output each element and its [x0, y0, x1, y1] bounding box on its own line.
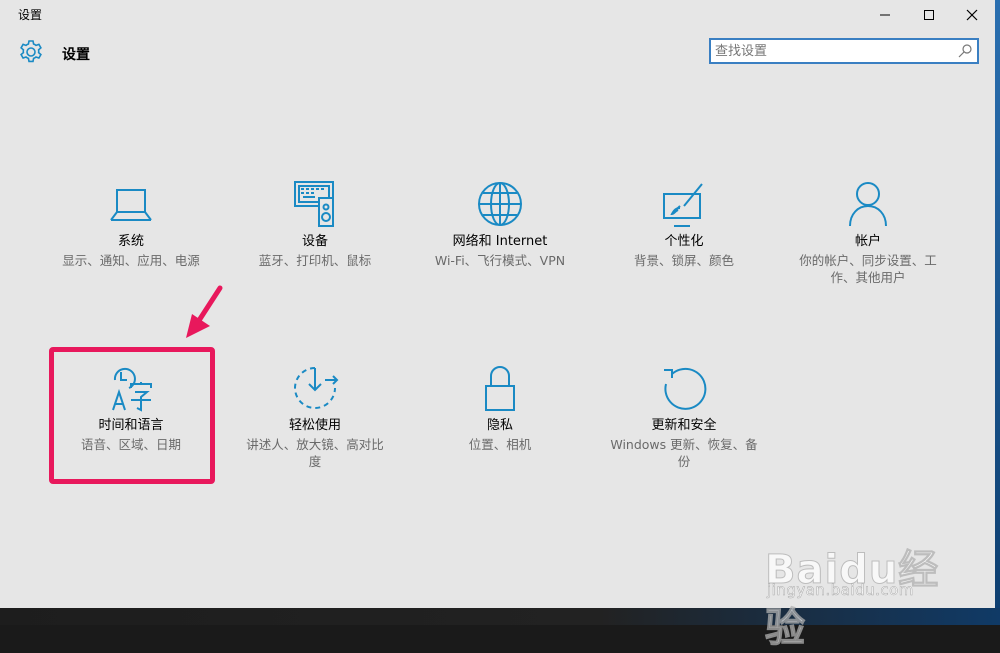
tile-devices[interactable]: 设备 蓝牙、打印机、鼠标 [227, 180, 403, 310]
person-icon [849, 182, 887, 227]
page-title: 设置 [62, 47, 90, 63]
close-button[interactable] [949, 0, 995, 30]
lock-icon [485, 366, 515, 411]
tile-name: 隐私 [486, 418, 513, 433]
watermark-url: jingyan.baidu.com [767, 581, 914, 600]
tile-network[interactable]: 网络和 Internet Wi-Fi、飞行模式、VPN [412, 180, 588, 310]
tile-name: 设备 [301, 234, 328, 249]
search-icon[interactable] [957, 43, 973, 59]
globe-icon [478, 182, 522, 226]
tile-desc: 显示、通知、应用、电源 [62, 253, 200, 268]
title-bar: 设置 [0, 0, 995, 30]
tile-desc: Wi-Fi、飞行模式、VPN [434, 253, 566, 268]
tile-desc: 讲述人、放大镜、高对比度 [246, 437, 384, 469]
tile-name: 个性化 [664, 234, 704, 249]
minimize-button[interactable] [862, 0, 908, 30]
tile-privacy[interactable]: 隐私 位置、相机 [412, 364, 588, 494]
tile-name: 帐户 [854, 234, 881, 249]
tile-desc: 蓝牙、打印机、鼠标 [258, 253, 372, 268]
devices-icon [294, 181, 334, 227]
minimize-icon [880, 14, 890, 16]
maximize-icon [924, 10, 934, 20]
tile-update-security[interactable]: 更新和安全 Windows 更新、恢复、备份 [596, 364, 772, 494]
tile-desc: 背景、锁屏、颜色 [633, 253, 734, 268]
personalization-icon [663, 183, 703, 227]
refresh-icon [664, 367, 707, 410]
watermark: Baidu经验 jingyan.baidu.com [765, 515, 955, 652]
tile-ease-of-access[interactable]: 轻松使用 讲述人、放大镜、高对比度 [227, 364, 403, 494]
tile-name: 更新和安全 [651, 418, 717, 433]
ease-of-access-icon [294, 367, 339, 409]
gear-icon [20, 40, 42, 63]
tile-name: 系统 [117, 234, 144, 249]
laptop-icon [110, 189, 152, 221]
arrow-icon [186, 285, 223, 338]
tile-name: 轻松使用 [288, 418, 341, 433]
desktop-background [995, 0, 1000, 625]
tile-name: 网络和 Internet [452, 234, 548, 249]
close-icon [966, 9, 978, 21]
tile-desc: Windows 更新、恢复、备份 [610, 437, 758, 469]
tile-desc: 你的帐户、同步设置、工作、其他用户 [799, 253, 937, 285]
maximize-button[interactable] [906, 0, 952, 30]
tile-accounts[interactable]: 帐户 你的帐户、同步设置、工作、其他用户 [780, 180, 956, 310]
window-title: 设置 [18, 8, 43, 22]
search-box[interactable] [709, 38, 979, 64]
highlight-box [49, 347, 215, 484]
search-input[interactable] [715, 42, 951, 60]
tile-desc: 位置、相机 [468, 437, 532, 452]
tile-personalization[interactable]: 个性化 背景、锁屏、颜色 [596, 180, 772, 310]
